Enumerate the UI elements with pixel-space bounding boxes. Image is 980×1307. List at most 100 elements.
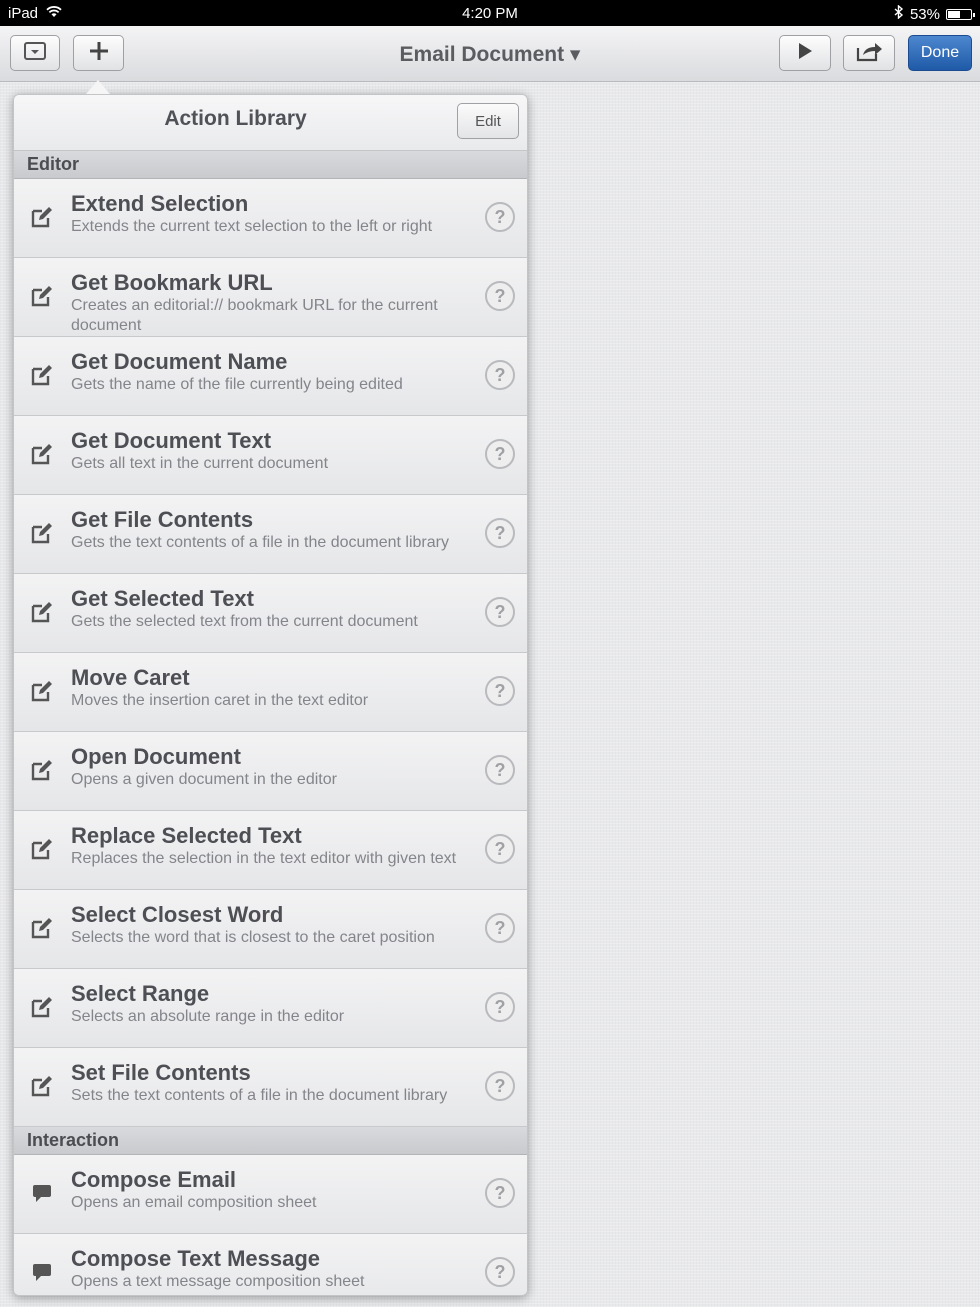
battery-icon (946, 8, 975, 20)
action-description: Gets the name of the file currently bein… (71, 376, 403, 393)
help-icon[interactable]: ? (485, 1071, 515, 1101)
action-description: Opens a text message composition sheet (71, 1273, 365, 1290)
edit-icon (30, 1074, 54, 1098)
action-title: Compose Email (71, 1167, 237, 1192)
action-row[interactable]: Select Range Selects an absolute range in… (14, 969, 527, 1048)
help-icon[interactable]: ? (485, 834, 515, 864)
help-icon[interactable]: ? (485, 597, 515, 627)
edit-icon (30, 442, 54, 466)
action-description: Gets the text contents of a file in the … (71, 534, 449, 551)
action-description: Moves the insertion caret in the text ed… (71, 692, 369, 709)
action-title: Get Bookmark URL (71, 270, 273, 295)
help-icon[interactable]: ? (485, 518, 515, 548)
edit-icon (30, 205, 54, 229)
help-icon[interactable]: ? (485, 439, 515, 469)
share-icon (854, 40, 884, 67)
action-title: Set File Contents (71, 1060, 251, 1085)
action-description: Gets all text in the current document (71, 455, 329, 472)
action-description: Opens a given document in the editor (71, 771, 337, 788)
edit-icon (30, 679, 54, 703)
help-icon[interactable]: ? (485, 913, 515, 943)
action-description: Replaces the selection in the text edito… (71, 850, 457, 867)
toolbar: Email Document ▾ Done (0, 26, 980, 82)
action-text: Select Closest Word Selects the word that… (71, 902, 457, 948)
action-row[interactable]: Get File Contents Gets the text contents … (14, 495, 527, 574)
help-icon[interactable]: ? (485, 281, 515, 311)
action-title: Get Document Name (71, 349, 288, 374)
popover-arrow (86, 80, 110, 94)
action-list: Editor Extend Selection Extends the curren… (14, 151, 527, 1295)
action-description: Selects an absolute range in the editor (71, 1008, 345, 1025)
action-text: Get Bookmark URL Creates an editorial:// … (71, 270, 457, 336)
action-row[interactable]: Get Bookmark URL Creates an editorial:// … (14, 258, 527, 337)
help-icon[interactable]: ? (485, 992, 515, 1022)
battery-fill (948, 10, 960, 18)
action-description: Gets the selected text from the current … (71, 613, 418, 630)
action-title: Select Closest Word (71, 902, 284, 927)
action-row[interactable]: Get Document Name Gets the name of the fi… (14, 337, 527, 416)
action-description: Selects the word that is closest to the … (71, 929, 435, 946)
section-header-interaction: Interaction (14, 1127, 527, 1155)
action-row[interactable]: Compose Text Message Opens a text message… (14, 1234, 527, 1295)
action-text: Extend Selection Extends the current text… (71, 191, 457, 237)
action-text: Move Caret Moves the insertion caret in t… (71, 665, 457, 711)
popover-title: Action Library (164, 107, 307, 130)
action-title: Get Selected Text (71, 586, 254, 611)
share-button[interactable] (843, 35, 895, 71)
action-row[interactable]: Get Document Text Gets all text in the cu… (14, 416, 527, 495)
action-text: Open Document Opens a given document in t… (71, 744, 457, 790)
action-text: Select Range Selects an absolute range in… (71, 981, 457, 1027)
clock: 4:20 PM (462, 5, 518, 22)
battery-percent: 53% (909, 5, 940, 23)
edit-icon (30, 363, 54, 387)
edit-icon (30, 916, 54, 940)
action-title: Open Document (71, 744, 241, 769)
action-library-popover: Action Library Edit Editor Extend Selecti… (13, 94, 528, 1296)
popover-header: Action Library Edit (14, 95, 527, 151)
action-row[interactable]: Open Document Opens a given document in t… (14, 732, 527, 811)
action-description: Sets the text contents of a file in the … (71, 1087, 448, 1104)
action-row[interactable]: Set File Contents Sets the text contents … (14, 1048, 527, 1127)
done-button[interactable]: Done (908, 35, 972, 71)
action-row[interactable]: Get Selected Text Gets the selected text … (14, 574, 527, 653)
play-icon (796, 41, 814, 66)
speech-bubble-icon (30, 1181, 54, 1205)
action-description: Opens an email composition sheet (71, 1194, 317, 1211)
action-row[interactable]: Extend Selection Extends the current text… (14, 179, 527, 258)
action-text: Get Document Text Gets all text in the cu… (71, 428, 457, 474)
action-description: Creates an editorial:// bookmark URL for… (71, 297, 438, 334)
action-text: Get Document Name Gets the name of the fi… (71, 349, 457, 395)
edit-icon (30, 758, 54, 782)
action-title: Replace Selected Text (71, 823, 302, 848)
action-row[interactable]: Move Caret Moves the insertion caret in t… (14, 653, 527, 732)
edit-button[interactable]: Edit (457, 103, 519, 139)
action-title: Compose Text Message (71, 1246, 321, 1271)
edit-icon (30, 284, 54, 308)
action-description: Extends the current text selection to th… (71, 218, 433, 235)
edit-icon (30, 600, 54, 624)
action-row[interactable]: Replace Selected Text Replaces the select… (14, 811, 527, 890)
status-bar: iPad 4:20 PM 53% (0, 0, 980, 26)
action-title: Extend Selection (71, 191, 249, 216)
action-text: Get File Contents Gets the text contents … (71, 507, 457, 553)
run-button[interactable] (779, 35, 831, 71)
edit-icon (30, 837, 54, 861)
action-title: Get File Contents (71, 507, 254, 532)
action-title: Select Range (71, 981, 210, 1006)
bluetooth-icon (894, 4, 904, 23)
document-title[interactable]: Email Document ▾ (0, 42, 980, 67)
edit-icon (30, 521, 54, 545)
action-row[interactable]: Compose Email Opens an email composition … (14, 1155, 527, 1234)
speech-bubble-icon (30, 1260, 54, 1284)
action-row[interactable]: Select Closest Word Selects the word that… (14, 890, 527, 969)
help-icon[interactable]: ? (485, 202, 515, 232)
action-text: Replace Selected Text Replaces the select… (71, 823, 457, 869)
help-icon[interactable]: ? (485, 755, 515, 785)
section-header-editor: Editor (14, 151, 527, 179)
action-title: Move Caret (71, 665, 190, 690)
action-text: Set File Contents Sets the text contents … (71, 1060, 457, 1106)
help-icon[interactable]: ? (485, 676, 515, 706)
help-icon[interactable]: ? (485, 1257, 515, 1287)
help-icon[interactable]: ? (485, 1178, 515, 1208)
help-icon[interactable]: ? (485, 360, 515, 390)
